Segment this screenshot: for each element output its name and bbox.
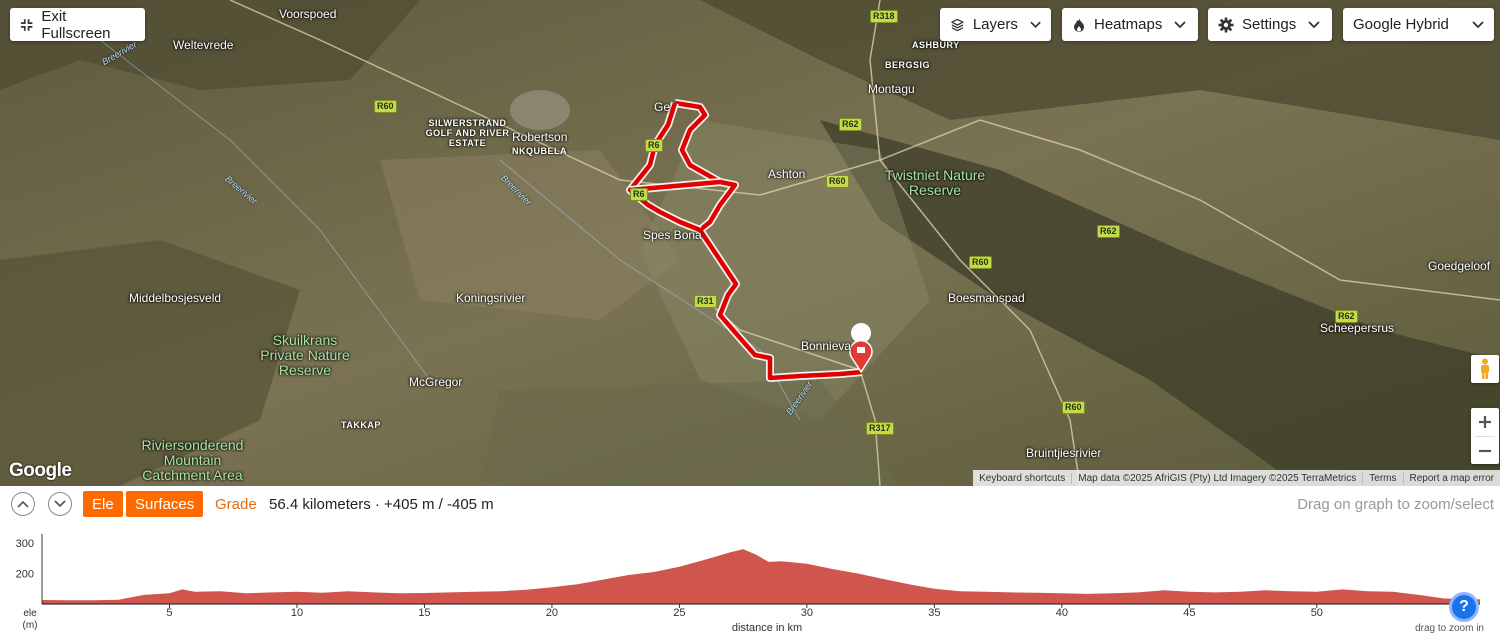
drag-hint: Drag on graph to zoom/select xyxy=(1297,496,1494,513)
road-shield: R6 xyxy=(645,139,663,152)
place-mcgregor: McGregor xyxy=(409,375,463,389)
zoom-control xyxy=(1471,408,1499,464)
collapse-button[interactable] xyxy=(11,492,35,516)
place-montagu: Montagu xyxy=(868,82,915,96)
flame-icon xyxy=(1074,17,1084,32)
road-shield: R6 xyxy=(630,188,648,201)
exit-fullscreen-label: Exit Fullscreen xyxy=(41,7,111,42)
elevation-chart[interactable]: 200 300 5 10 15 20 25 30 35 40 45 50 ele(m) distance … xyxy=(0,522,1500,641)
road-shield: R60 xyxy=(1062,401,1085,414)
pegman-icon xyxy=(1481,358,1489,379)
place-spes-bona: Spes Bona xyxy=(643,228,702,242)
layers-icon xyxy=(951,18,964,31)
minus-icon xyxy=(1479,449,1491,453)
place-ge: Ge xyxy=(654,100,671,114)
settings-button[interactable]: Settings xyxy=(1208,8,1332,41)
chevron-up-icon xyxy=(17,500,29,508)
terms-link[interactable]: Terms xyxy=(1362,472,1402,484)
satellite-imagery xyxy=(0,0,1500,486)
road-shield: R317 xyxy=(866,422,894,435)
road-shield: R60 xyxy=(969,256,992,269)
chevron-down-icon xyxy=(1472,20,1484,28)
place-ashton: Ashton xyxy=(768,167,806,181)
report-error-link[interactable]: Report a map error xyxy=(1402,472,1500,484)
place-twistniet: Twistniet Nature Reserve xyxy=(884,167,986,198)
x-tick-label: 15 xyxy=(418,607,430,619)
zoom-out-button[interactable] xyxy=(1471,437,1499,465)
x-tick-label: 50 xyxy=(1311,607,1323,619)
place-bonnievale: Bonnieva xyxy=(801,339,852,353)
road-shield: R31 xyxy=(694,295,717,308)
chevron-down-icon xyxy=(1174,20,1187,28)
tab-surfaces[interactable]: Surfaces xyxy=(126,491,204,517)
app-root: Voorspoed Weltevrede SILWERSTRAND GOLF A… xyxy=(0,0,1500,641)
place-riviersonderend: Riviersonderend Mountain Catchment Area xyxy=(141,437,244,483)
map-data-attribution: Map data ©2025 AfriGIS (Pty) Ltd Imagery… xyxy=(1071,472,1362,484)
x-tick-label: 20 xyxy=(546,607,558,619)
place-goedgeloof: Goedgeloof xyxy=(1428,259,1491,273)
street-view-pegman[interactable] xyxy=(1471,355,1499,383)
exit-fullscreen-icon xyxy=(20,18,33,31)
heatmaps-label: Heatmaps xyxy=(1094,16,1163,33)
place-bruintjiesrivier: Bruintjiesrivier xyxy=(1026,446,1102,460)
place-bergsig: BERGSIG xyxy=(885,60,931,70)
layers-label: Layers xyxy=(972,16,1018,33)
settings-label: Settings xyxy=(1242,16,1297,33)
x-tick-label: 10 xyxy=(291,607,303,619)
place-middelbosjesveld: Middelbosjesveld xyxy=(129,291,222,305)
exit-fullscreen-button[interactable]: Exit Fullscreen xyxy=(10,7,145,42)
road-shield: R60 xyxy=(374,100,397,113)
map-type-value: Google Hybrid xyxy=(1353,16,1449,33)
x-tick-label: 30 xyxy=(801,607,813,619)
layers-button[interactable]: Layers xyxy=(940,8,1051,41)
road-shield: R62 xyxy=(839,118,862,131)
place-skuilkrans: Skuilkrans Private Nature Reserve xyxy=(260,332,350,378)
place-robertson: Robertson xyxy=(512,130,568,144)
road-shield: R318 xyxy=(870,10,898,23)
help-button[interactable]: ? xyxy=(1449,592,1479,622)
x-tick-label: 45 xyxy=(1183,607,1195,619)
map-view[interactable]: Voorspoed Weltevrede SILWERSTRAND GOLF A… xyxy=(0,0,1500,486)
keyboard-shortcuts-link[interactable]: Keyboard shortcuts xyxy=(973,473,1071,484)
y-tick-label: 200 xyxy=(16,569,34,581)
tab-grade[interactable]: Grade xyxy=(206,491,266,517)
place-silwerstrand: SILWERSTRAND GOLF AND RIVER ESTATE xyxy=(425,118,510,148)
chevron-down-icon xyxy=(1308,20,1320,28)
place-ashbury: ASHBURY xyxy=(912,40,960,50)
chevron-down-icon xyxy=(1030,21,1041,28)
map-attribution: Keyboard shortcuts Map data ©2025 AfriGI… xyxy=(973,470,1500,486)
road-shield: R62 xyxy=(1335,310,1358,323)
x-tick-label: 5 xyxy=(166,607,172,619)
road-shield: R60 xyxy=(826,175,849,188)
place-weltevrede: Weltevrede xyxy=(173,38,234,52)
place-boesmanspad: Boesmanspad xyxy=(948,291,1025,305)
map-type-select[interactable]: Google Hybrid xyxy=(1343,8,1494,41)
elevation-area xyxy=(42,549,1480,604)
place-scheepersrus: Scheepersrus xyxy=(1320,321,1395,335)
place-nkqubela: NKQUBELA xyxy=(512,146,567,156)
zoom-in-button[interactable] xyxy=(1471,408,1499,436)
place-koningsrivier: Koningsrivier xyxy=(456,291,526,305)
place-takkap: TAKKAP xyxy=(341,420,381,430)
question-icon: ? xyxy=(1459,598,1469,615)
tab-elevation[interactable]: Ele xyxy=(83,491,123,517)
place-voorspoed: Voorspoed xyxy=(279,7,337,21)
x-axis-label: distance in km xyxy=(732,622,802,634)
chevron-down-icon xyxy=(54,500,66,508)
x-tick-label: 35 xyxy=(928,607,940,619)
road-shield: R62 xyxy=(1097,225,1120,238)
gear-icon xyxy=(1218,17,1234,32)
elevation-toolbar: Ele Surfaces Grade 56.4 kilometers · +40… xyxy=(0,486,1500,522)
route-stats: 56.4 kilometers · +405 m / -405 m xyxy=(269,496,494,513)
drag-zoom-hint: drag to zoom in xyxy=(1415,623,1484,634)
heatmaps-button[interactable]: Heatmaps xyxy=(1062,8,1198,41)
x-tick-label: 25 xyxy=(673,607,685,619)
google-logo: Google xyxy=(9,460,72,481)
y-axis-unit: (m) xyxy=(23,620,38,631)
y-axis-label: ele xyxy=(23,608,37,619)
x-tick-label: 40 xyxy=(1056,607,1068,619)
y-tick-label: 300 xyxy=(16,538,34,550)
plus-icon xyxy=(1479,416,1491,428)
expand-button[interactable] xyxy=(48,492,72,516)
